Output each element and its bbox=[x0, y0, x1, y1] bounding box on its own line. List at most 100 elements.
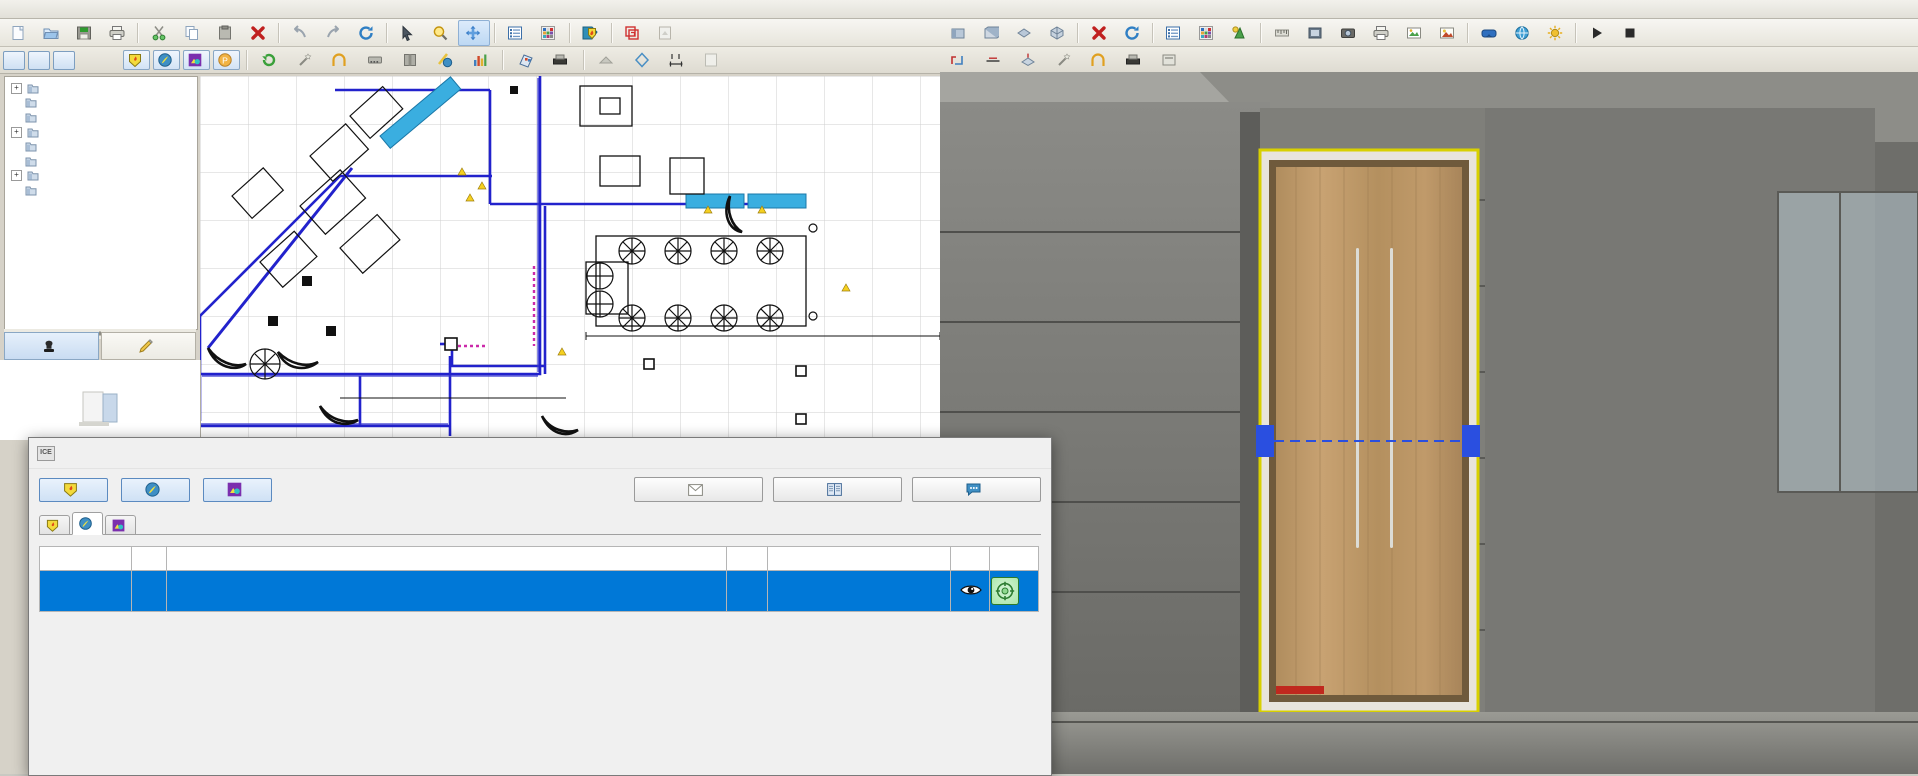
cut-button[interactable] bbox=[143, 20, 175, 46]
right-refresh-button[interactable] bbox=[1116, 20, 1148, 46]
column-visible[interactable] bbox=[949, 546, 990, 571]
menu-expert[interactable] bbox=[102, 8, 116, 10]
tab-fyi[interactable] bbox=[72, 512, 103, 535]
menu-settings[interactable] bbox=[88, 8, 102, 10]
expand-icon[interactable]: + bbox=[11, 82, 22, 94]
menu-insert[interactable] bbox=[46, 8, 60, 10]
view-iso-button[interactable] bbox=[1041, 20, 1073, 46]
review-board-dialog[interactable]: ICE bbox=[28, 437, 1052, 776]
draw-tab[interactable] bbox=[101, 332, 196, 360]
tree-item-geometry[interactable] bbox=[5, 154, 197, 169]
column-catalog[interactable] bbox=[38, 546, 133, 571]
pan-tool-button[interactable] bbox=[458, 19, 490, 46]
right-layers-settings-button[interactable] bbox=[1153, 47, 1185, 73]
tension-count-button[interactable] bbox=[183, 50, 210, 70]
layers-button[interactable] bbox=[545, 47, 577, 73]
products-stamp-panel[interactable] bbox=[0, 360, 201, 440]
globe-3d-button[interactable] bbox=[1506, 20, 1538, 46]
stack-button[interactable] bbox=[394, 47, 426, 73]
eye-icon[interactable] bbox=[959, 583, 982, 596]
stop-animation-button[interactable] bbox=[1614, 20, 1646, 46]
scenes-button[interactable] bbox=[1224, 20, 1256, 46]
redo-button[interactable] bbox=[317, 20, 349, 46]
right-finishes-button[interactable] bbox=[1191, 20, 1223, 46]
menu-reports[interactable] bbox=[74, 8, 88, 10]
right-delete-button[interactable] bbox=[1083, 20, 1115, 46]
tab-tension[interactable] bbox=[105, 515, 136, 534]
elevation-button[interactable] bbox=[591, 47, 623, 73]
sun-button[interactable] bbox=[1539, 20, 1571, 46]
properties-button[interactable] bbox=[500, 20, 532, 46]
menu-view[interactable] bbox=[32, 8, 46, 10]
rotate-button[interactable] bbox=[254, 47, 286, 73]
tree-item-accessories[interactable]: + bbox=[5, 125, 197, 140]
menu-help[interactable] bbox=[116, 8, 130, 10]
column-id[interactable] bbox=[131, 546, 168, 571]
live-chat-button[interactable] bbox=[912, 477, 1041, 502]
dialog-tension-count[interactable] bbox=[203, 477, 272, 502]
dialog-title-bar[interactable]: ICE bbox=[29, 438, 1051, 469]
flip-helper-button[interactable] bbox=[289, 47, 321, 73]
minimize-button[interactable] bbox=[919, 438, 963, 468]
render-viewport[interactable] bbox=[940, 72, 1918, 774]
view-front-button[interactable] bbox=[942, 20, 974, 46]
menu-file[interactable] bbox=[4, 8, 18, 10]
column-notification[interactable] bbox=[166, 546, 728, 571]
cell-locate[interactable] bbox=[988, 570, 1040, 612]
right-layers-button[interactable] bbox=[1118, 47, 1150, 73]
finishes-button[interactable] bbox=[533, 20, 565, 46]
grid-toggle[interactable] bbox=[3, 50, 25, 70]
open-folder-button[interactable] bbox=[35, 20, 67, 46]
dialog-action-required-count[interactable] bbox=[39, 477, 108, 502]
review-board-button[interactable] bbox=[575, 20, 607, 46]
dimension-button[interactable] bbox=[661, 47, 693, 73]
ortho-toggle[interactable] bbox=[28, 50, 50, 70]
right-wand-button[interactable] bbox=[1048, 47, 1080, 73]
action-required-count-button[interactable] bbox=[123, 50, 150, 70]
reset-view-button[interactable] bbox=[943, 47, 975, 73]
fyi-count-button[interactable] bbox=[153, 50, 180, 70]
toolbar-overflow-button[interactable] bbox=[683, 20, 715, 46]
export-dwg-button[interactable] bbox=[650, 20, 682, 46]
toolbar2-overflow-button[interactable] bbox=[731, 47, 763, 73]
right-properties-button[interactable] bbox=[1158, 20, 1190, 46]
view-top-button[interactable] bbox=[1008, 20, 1040, 46]
level-view-button[interactable] bbox=[978, 47, 1010, 73]
zoom-tool-button[interactable] bbox=[425, 20, 457, 46]
render-button[interactable] bbox=[1431, 20, 1463, 46]
flip-button[interactable] bbox=[324, 47, 356, 73]
layers-settings-button[interactable] bbox=[510, 47, 542, 73]
warehouse-button[interactable] bbox=[617, 20, 649, 46]
paste-button[interactable] bbox=[209, 20, 241, 46]
tree-item-products[interactable]: + bbox=[5, 81, 197, 96]
locate-target-icon[interactable] bbox=[990, 577, 1019, 605]
expand-icon[interactable]: + bbox=[11, 126, 22, 138]
print-button[interactable] bbox=[101, 20, 133, 46]
new-document-button[interactable] bbox=[2, 20, 34, 46]
cell-notification[interactable] bbox=[166, 570, 728, 612]
crop-button[interactable] bbox=[1299, 20, 1331, 46]
print-3d-button[interactable] bbox=[1365, 20, 1397, 46]
menu-tools[interactable] bbox=[60, 8, 74, 10]
stamp-tab[interactable] bbox=[4, 332, 99, 360]
vr-button[interactable] bbox=[1473, 20, 1505, 46]
tree-item-architectural[interactable] bbox=[5, 96, 197, 111]
pending-count-button[interactable]: P bbox=[213, 50, 240, 70]
overhead-view-button[interactable] bbox=[1013, 47, 1045, 73]
select-tool-button[interactable] bbox=[392, 20, 424, 46]
undo-button[interactable] bbox=[284, 20, 316, 46]
tree-item-icevr[interactable] bbox=[5, 183, 197, 198]
products-panel-thumb[interactable] bbox=[0, 388, 200, 428]
column-count[interactable] bbox=[726, 546, 769, 571]
globe-tool-button[interactable] bbox=[429, 47, 461, 73]
column-locate[interactable] bbox=[988, 546, 1040, 571]
snap-toggle[interactable] bbox=[53, 50, 75, 70]
save-button[interactable] bbox=[68, 20, 100, 46]
tree-item-tools[interactable] bbox=[5, 139, 197, 154]
plan-detail-button[interactable] bbox=[696, 47, 728, 73]
tree-item-fixed[interactable] bbox=[5, 110, 197, 125]
dialog-fyi-count[interactable] bbox=[121, 477, 190, 502]
dirtt-help-button[interactable] bbox=[773, 477, 902, 502]
table-row[interactable] bbox=[38, 570, 1040, 612]
export-image-button[interactable] bbox=[1398, 20, 1430, 46]
